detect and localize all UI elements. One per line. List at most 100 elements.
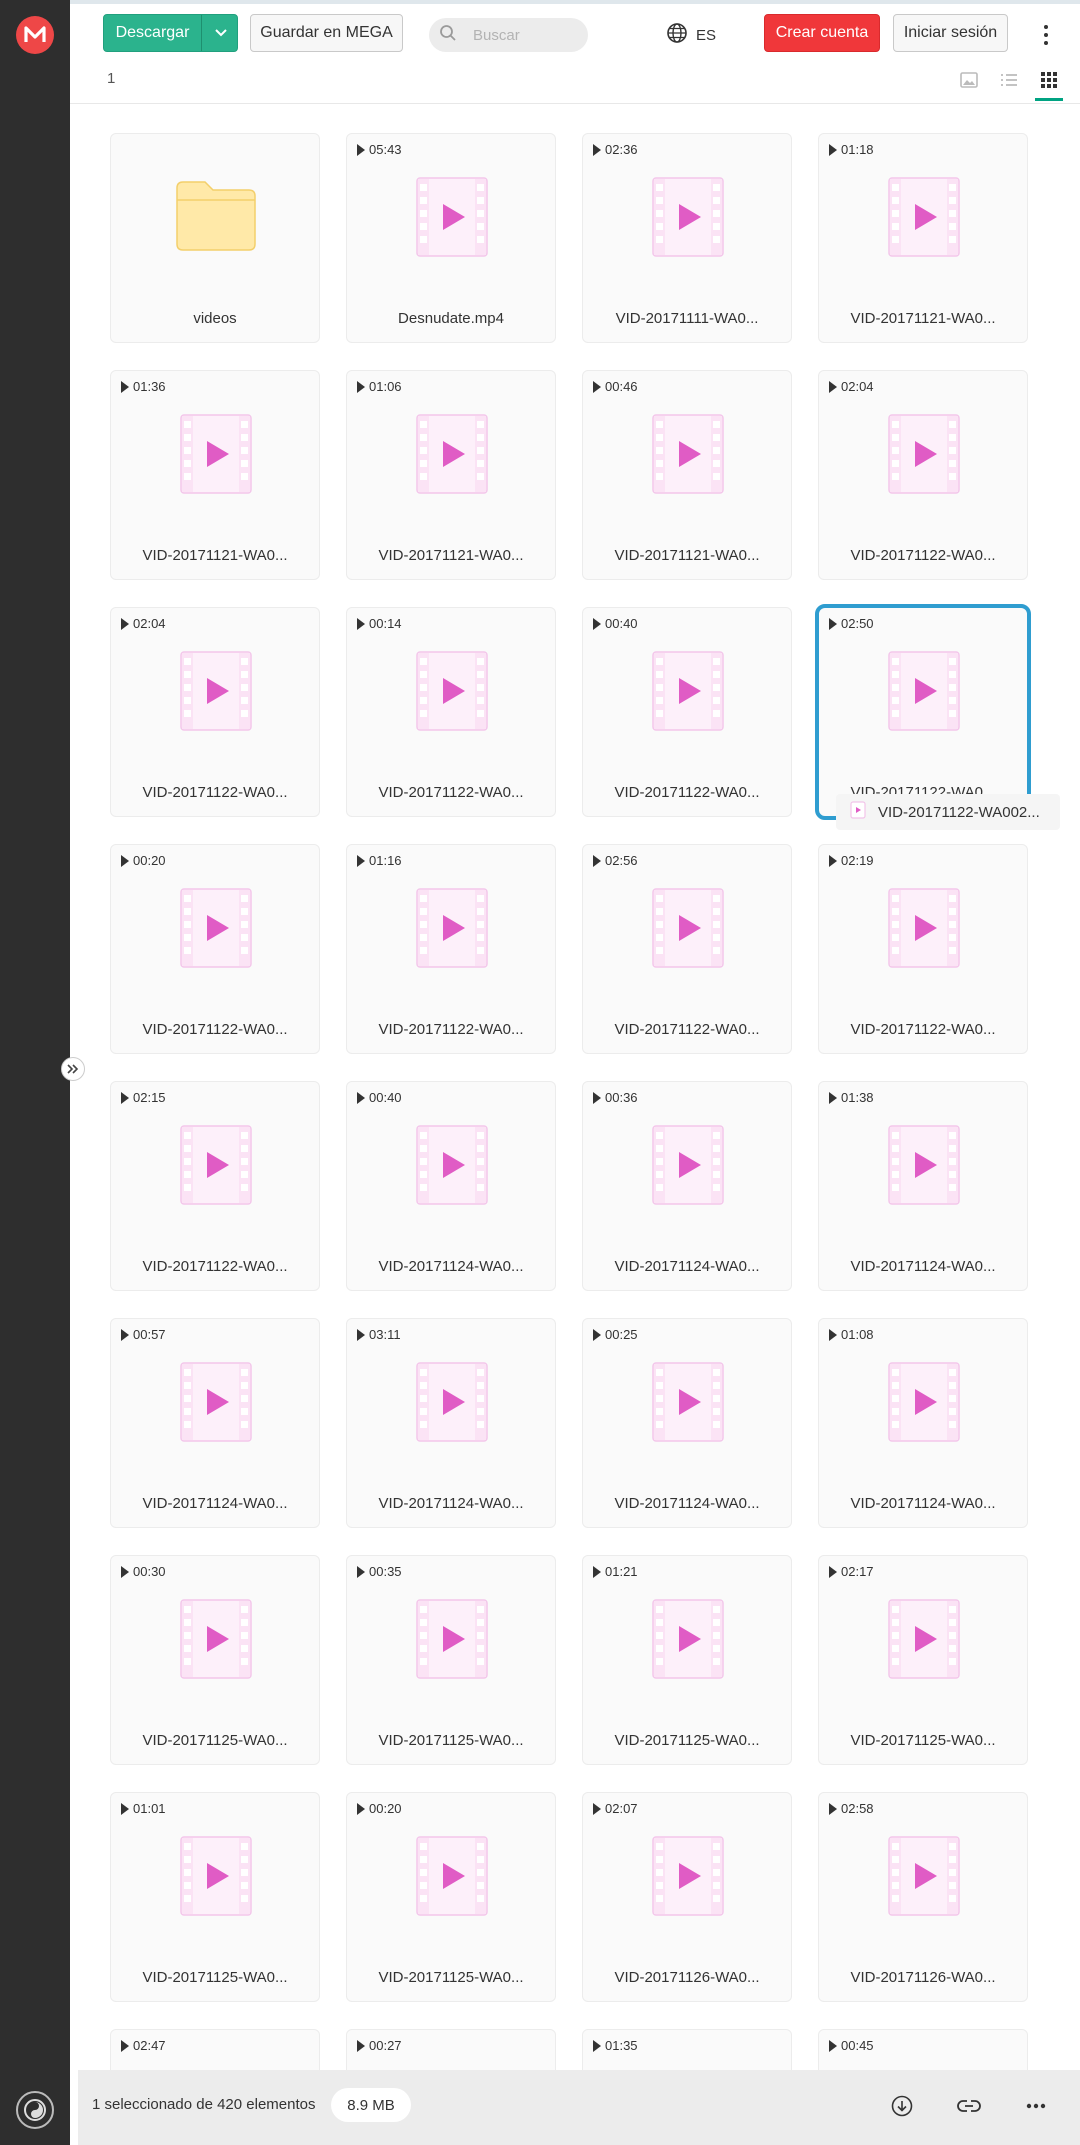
video-card[interactable]: 01:21 VID-20171125-WA0... [582, 1555, 792, 1765]
video-card[interactable]: 00:27 [346, 2029, 556, 2070]
download-label: Descargar [115, 24, 190, 41]
duration-badge: 05:43 [357, 142, 402, 157]
play-small-icon [593, 380, 601, 393]
mega-logo-icon[interactable] [16, 16, 54, 54]
video-card[interactable]: 00:30 VID-20171125-WA0... [110, 1555, 320, 1765]
play-small-icon [357, 2039, 365, 2052]
video-card[interactable]: 00:46 VID-20171121-WA0... [582, 370, 792, 580]
video-card[interactable]: 02:50 VID-20171122-WA0... [815, 604, 1031, 820]
file-name: VID-20171122-WA0... [850, 1021, 996, 1038]
video-thumbnail-icon [888, 1836, 960, 1916]
file-name: VID-20171122-WA0... [378, 784, 524, 801]
video-card[interactable]: 00:35 VID-20171125-WA0... [346, 1555, 556, 1765]
file-name: VID-20171124-WA0... [378, 1495, 524, 1512]
video-thumbnail-icon [888, 177, 960, 257]
video-thumbnail-icon [416, 888, 488, 968]
duration-text: 01:08 [841, 1327, 874, 1342]
chevron-down-icon[interactable] [202, 15, 239, 51]
video-card[interactable]: 01:36 VID-20171121-WA0... [110, 370, 320, 580]
filename-tooltip: VID-20171122-WA002... [836, 794, 1060, 830]
video-thumbnail-icon [652, 1125, 724, 1205]
duration-badge: 01:18 [829, 142, 874, 157]
theme-toggle-icon[interactable] [16, 2091, 54, 2129]
video-card[interactable]: 00:57 VID-20171124-WA0... [110, 1318, 320, 1528]
video-card[interactable]: 02:47 [110, 2029, 320, 2070]
play-small-icon [357, 1565, 365, 1578]
file-name: VID-20171122-WA0... [614, 1021, 760, 1038]
video-card[interactable]: 01:38 VID-20171124-WA0... [818, 1081, 1028, 1291]
search-box[interactable] [429, 18, 588, 52]
video-card[interactable]: 02:17 VID-20171125-WA0... [818, 1555, 1028, 1765]
language-selector[interactable]: ES [666, 20, 716, 50]
video-card[interactable]: 01:35 [582, 2029, 792, 2070]
video-card[interactable]: 02:19 VID-20171122-WA0... [818, 844, 1028, 1054]
duration-text: 00:35 [369, 1564, 402, 1579]
duration-text: 00:46 [605, 379, 638, 394]
play-small-icon [829, 1328, 837, 1341]
expand-sidebar-button[interactable] [61, 1057, 85, 1081]
download-button[interactable]: Descargar [103, 14, 238, 52]
video-card[interactable]: 02:36 VID-20171111-WA0... [582, 133, 792, 343]
video-thumbnail-icon [652, 1362, 724, 1442]
video-card[interactable]: 00:40 VID-20171122-WA0... [582, 607, 792, 817]
duration-text: 00:30 [133, 1564, 166, 1579]
play-small-icon [593, 2039, 601, 2052]
video-card[interactable]: 02:04 VID-20171122-WA0... [110, 607, 320, 817]
video-card[interactable]: 02:07 VID-20171126-WA0... [582, 1792, 792, 2002]
video-card[interactable]: 01:16 VID-20171122-WA0... [346, 844, 556, 1054]
duration-text: 02:47 [133, 2038, 166, 2053]
duration-text: 00:36 [605, 1090, 638, 1105]
duration-text: 02:04 [133, 616, 166, 631]
more-options-icon[interactable] [1034, 18, 1058, 52]
video-card[interactable]: 01:18 VID-20171121-WA0... [818, 133, 1028, 343]
video-thumbnail-icon [888, 888, 960, 968]
login-button[interactable]: Iniciar sesión [893, 14, 1008, 52]
duration-text: 01:36 [133, 379, 166, 394]
duration-badge: 02:47 [121, 2038, 166, 2053]
video-card[interactable]: 00:20 VID-20171125-WA0... [346, 1792, 556, 2002]
list-view-icon[interactable] [996, 68, 1022, 92]
video-card[interactable]: 02:04 VID-20171122-WA0... [818, 370, 1028, 580]
video-card[interactable]: 03:11 VID-20171124-WA0... [346, 1318, 556, 1528]
video-card[interactable]: 00:40 VID-20171124-WA0... [346, 1081, 556, 1291]
thumbnail-view-icon[interactable] [956, 68, 982, 92]
duration-badge: 02:58 [829, 1801, 874, 1816]
breadcrumb[interactable]: 1 [107, 70, 115, 87]
video-card[interactable]: 02:56 VID-20171122-WA0... [582, 844, 792, 1054]
header: Descargar Guardar en MEGA ES Crear cuent… [70, 4, 1080, 64]
duration-text: 00:27 [369, 2038, 402, 2053]
video-thumbnail-icon [180, 1362, 252, 1442]
play-small-icon [357, 380, 365, 393]
video-thumbnail-icon [416, 1599, 488, 1679]
video-card[interactable]: 00:36 VID-20171124-WA0... [582, 1081, 792, 1291]
video-card[interactable]: 02:58 VID-20171126-WA0... [818, 1792, 1028, 2002]
more-actions-icon[interactable] [1020, 2090, 1052, 2122]
file-name: VID-20171124-WA0... [614, 1258, 760, 1275]
download-icon[interactable] [886, 2090, 918, 2122]
video-card[interactable]: 01:01 VID-20171125-WA0... [110, 1792, 320, 2002]
file-grid: videos 05:43 Desnudate.mp4 02:36 VID-2017111… [70, 104, 1080, 2070]
link-icon[interactable] [953, 2090, 985, 2122]
video-card[interactable]: 05:43 Desnudate.mp4 [346, 133, 556, 343]
video-card[interactable]: 00:45 [818, 2029, 1028, 2070]
save-to-mega-button[interactable]: Guardar en MEGA [250, 14, 403, 52]
duration-badge: 02:07 [593, 1801, 638, 1816]
video-card[interactable]: 01:06 VID-20171121-WA0... [346, 370, 556, 580]
video-card[interactable]: 02:15 VID-20171122-WA0... [110, 1081, 320, 1291]
grid-view-icon[interactable] [1036, 68, 1062, 92]
search-input[interactable] [473, 26, 573, 44]
selection-footer: 1 seleccionado de 420 elementos 8.9 MB [78, 2070, 1080, 2145]
duration-badge: 00:36 [593, 1090, 638, 1105]
duration-text: 00:40 [369, 1090, 402, 1105]
file-name: VID-20171124-WA0... [850, 1495, 996, 1512]
video-card[interactable]: 00:20 VID-20171122-WA0... [110, 844, 320, 1054]
duration-badge: 02:36 [593, 142, 638, 157]
size-badge: 8.9 MB [331, 2088, 411, 2122]
file-name: VID-20171121-WA0... [614, 547, 760, 564]
video-card[interactable]: 00:25 VID-20171124-WA0... [582, 1318, 792, 1528]
video-card[interactable]: 00:14 VID-20171122-WA0... [346, 607, 556, 817]
video-card[interactable]: 01:08 VID-20171124-WA0... [818, 1318, 1028, 1528]
folder-card[interactable]: videos [110, 133, 320, 343]
create-account-button[interactable]: Crear cuenta [764, 14, 880, 52]
video-thumbnail-icon [416, 651, 488, 731]
